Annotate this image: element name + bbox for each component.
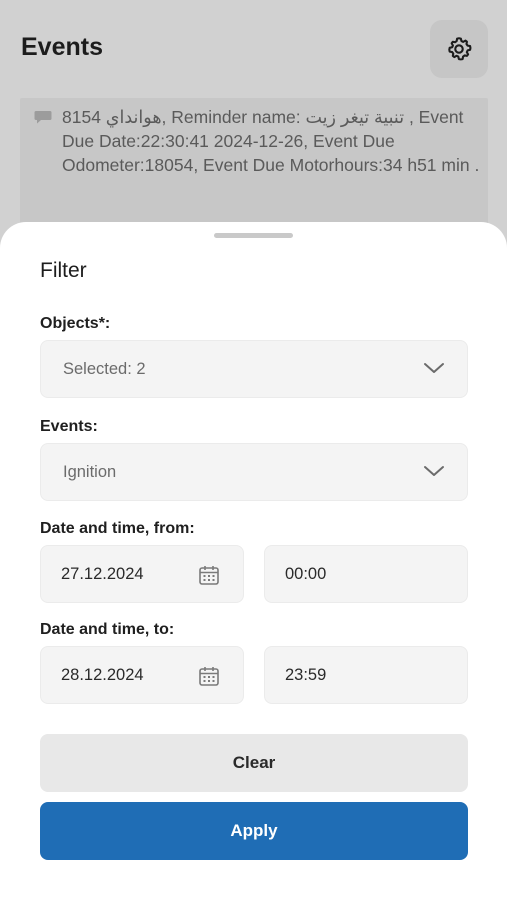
from-time-value: 00:00 [285,565,327,583]
calendar-icon[interactable] [197,664,221,688]
event-description: 8154 هوانداي, Reminder name: تنبية تيغر … [62,107,480,175]
to-time-value: 23:59 [285,666,327,684]
to-date-field[interactable]: 28.12.2024 [40,646,244,704]
to-time-field[interactable]: 23:59 [264,646,468,704]
event-list-item[interactable]: 8154 هوانداي, Reminder name: تنبية تيغر … [20,98,488,228]
chevron-down-icon [424,466,444,476]
objects-select-value: Selected: 2 [63,360,146,378]
page-header: Events [0,0,507,98]
gear-icon [448,37,472,61]
objects-label: Objects*: [40,315,111,332]
events-label: Events: [40,418,98,435]
to-date-value: 28.12.2024 [61,666,144,684]
calendar-icon[interactable] [197,563,221,587]
objects-select[interactable]: Selected: 2 [40,340,468,398]
chevron-down-icon [424,363,444,373]
from-date-field[interactable]: 27.12.2024 [40,545,244,603]
clear-button[interactable]: Clear [40,734,468,792]
from-label: Date and time, from: [40,520,195,537]
comment-icon [34,111,52,124]
filter-title: Filter [40,259,87,282]
page-title: Events [21,33,103,61]
apply-button[interactable]: Apply [40,802,468,860]
drag-handle[interactable] [214,233,293,238]
from-time-field[interactable]: 00:00 [264,545,468,603]
from-date-value: 27.12.2024 [61,565,144,583]
settings-button[interactable] [430,20,488,78]
events-select[interactable]: Ignition [40,443,468,501]
filter-bottom-sheet: Filter Objects*: Selected: 2 Events: Ign… [0,222,507,900]
events-select-value: Ignition [63,463,117,481]
to-label: Date and time, to: [40,621,175,638]
